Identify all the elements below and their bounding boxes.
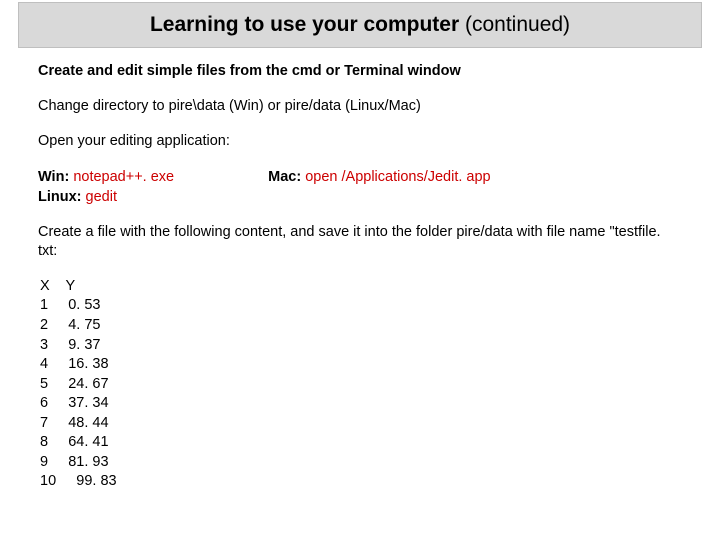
commands-block: Win: notepad++. exe Mac: open /Applicati… <box>38 167 682 208</box>
table-row: 3 9. 37 <box>40 336 682 356</box>
linux-command: gedit <box>86 189 117 205</box>
table-row: 6 37. 34 <box>40 394 682 414</box>
table-row: 5 24. 67 <box>40 375 682 395</box>
title-bold: Learning to use your computer <box>150 13 459 36</box>
table-row: 4 16. 38 <box>40 355 682 375</box>
table-row: 9 81. 93 <box>40 453 682 473</box>
data-table: X Y 1 0. 53 2 4. 75 3 9. 37 4 16. 38 5 2… <box>38 277 682 492</box>
mac-label: Mac: <box>268 169 305 185</box>
create-file-instruction: Create a file with the following content… <box>38 223 682 261</box>
table-row: 7 48. 44 <box>40 414 682 434</box>
table-row: 8 64. 41 <box>40 433 682 453</box>
win-label: Win: <box>38 169 73 185</box>
table-row: 10 99. 83 <box>40 472 682 492</box>
slide-content: Create and edit simple files from the cm… <box>0 48 720 492</box>
table-row: 1 0. 53 <box>40 296 682 316</box>
win-command: notepad++. exe <box>73 169 174 185</box>
subheading: Create and edit simple files from the cm… <box>38 62 682 81</box>
table-row: 2 4. 75 <box>40 316 682 336</box>
cd-instruction: Change directory to pire\data (Win) or p… <box>38 97 682 116</box>
table-row: X Y <box>40 277 682 297</box>
slide-title: Learning to use your computer (continued… <box>18 2 702 48</box>
linux-label: Linux: <box>38 189 86 205</box>
open-app-instruction: Open your editing application: <box>38 132 682 151</box>
title-normal: (continued) <box>459 13 570 36</box>
mac-command: open /Applications/Jedit. app <box>305 169 490 185</box>
